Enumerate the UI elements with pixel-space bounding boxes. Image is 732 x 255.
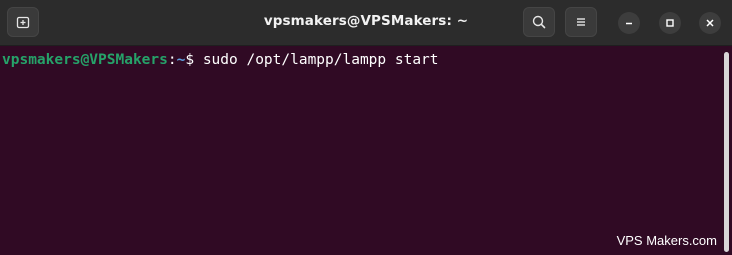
prompt-user-host: vpsmakers@VPSMakers [2, 52, 168, 68]
title-bar: vpsmakers@VPSMakers: ~ [0, 0, 732, 46]
hamburger-menu-icon [573, 14, 589, 30]
prompt-symbol: $ [185, 52, 203, 68]
terminal-output-area[interactable]: vpsmakers@VPSMakers:~$ sudo /opt/lampp/l… [0, 46, 722, 255]
terminal-window: vpsmakers@VPSMakers: ~ vpsmakers@VPSMake… [0, 0, 732, 255]
close-button[interactable] [699, 12, 721, 34]
new-tab-button[interactable] [7, 7, 39, 37]
command-line: vpsmakers@VPSMakers:~$ sudo /opt/lampp/l… [2, 52, 439, 68]
minimize-icon [624, 18, 634, 28]
terminal-scrollbar[interactable] [724, 52, 729, 252]
search-button[interactable] [523, 7, 555, 37]
new-tab-icon [15, 14, 31, 30]
minimize-button[interactable] [618, 12, 640, 34]
watermark-text: VPS Makers.com [616, 233, 717, 248]
prompt-separator: : [167, 52, 177, 68]
menu-button[interactable] [565, 7, 597, 37]
search-icon [531, 14, 547, 30]
maximize-button[interactable] [659, 12, 681, 34]
command-text: sudo /opt/lampp/lampp start [202, 52, 439, 68]
maximize-icon [665, 18, 675, 28]
close-icon [705, 18, 715, 28]
